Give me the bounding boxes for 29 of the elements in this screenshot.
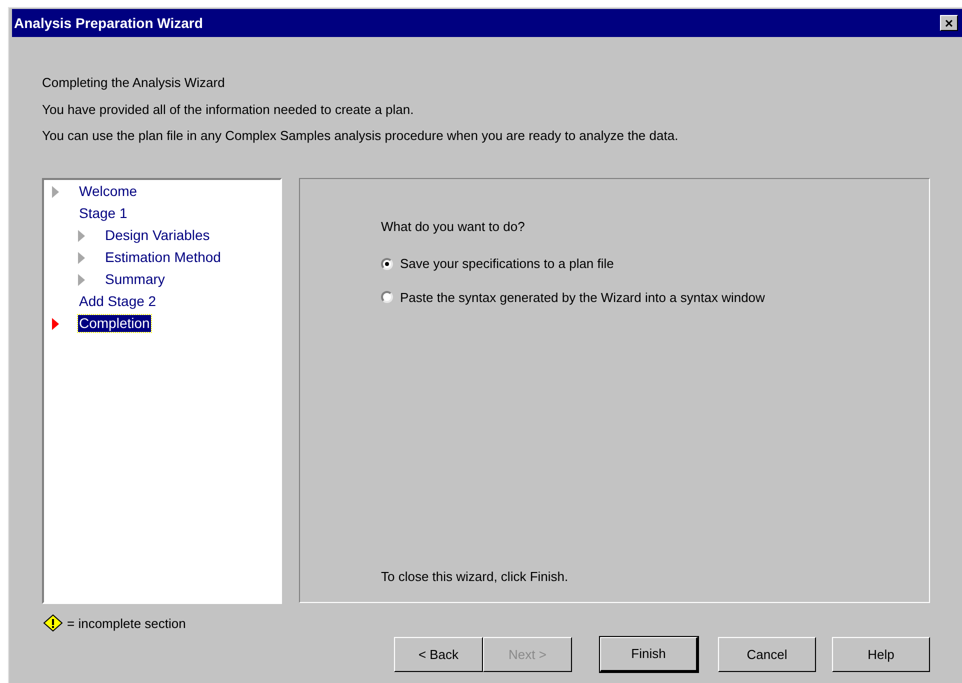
step-item[interactable]: Design Variables (104, 227, 211, 244)
intro-text: Completing the Analysis Wizard (42, 74, 225, 92)
dialog-button[interactable]: Cancel (718, 637, 816, 672)
step-item[interactable]: Estimation Method (104, 249, 222, 266)
intro-text: You have provided all of the information needed to create a plan. (42, 100, 414, 119)
intro-text: You can use the plan file in any Complex Samples analysis procedure when you are ready to analyze the data. (42, 127, 678, 145)
triangle-icon (78, 274, 85, 286)
window-title: Analysis Preparation Wizard (14, 14, 203, 33)
step-item[interactable]: Welcome (78, 183, 138, 200)
option-label[interactable]: Save your specifications to a plan file (400, 254, 614, 274)
step-item[interactable]: Summary (104, 271, 166, 288)
radio-button[interactable] (381, 258, 393, 270)
question-text: What do you want to do? (381, 218, 526, 236)
step-item[interactable]: Stage 1 (78, 205, 128, 222)
triangle-icon (78, 252, 85, 264)
triangle-icon (52, 186, 59, 198)
dialog-button[interactable]: < Back (394, 637, 483, 672)
closing-note: To close this wizard, click Finish. (381, 568, 570, 586)
option-label[interactable]: Paste the syntax generated by the Wizard into a syntax window (400, 288, 765, 307)
dialog-button[interactable]: Help (832, 637, 930, 672)
legend-text: = incomplete section (67, 614, 186, 633)
step-item[interactable]: Add Stage 2 (78, 293, 158, 310)
triangle-icon (52, 318, 59, 330)
close-button[interactable]: × (940, 15, 958, 31)
warning-icon (43, 614, 63, 632)
radio-button[interactable] (381, 291, 393, 304)
step-item[interactable]: Completion (78, 315, 151, 332)
dialog-button[interactable]: Finish (600, 637, 698, 672)
triangle-icon (78, 230, 85, 242)
